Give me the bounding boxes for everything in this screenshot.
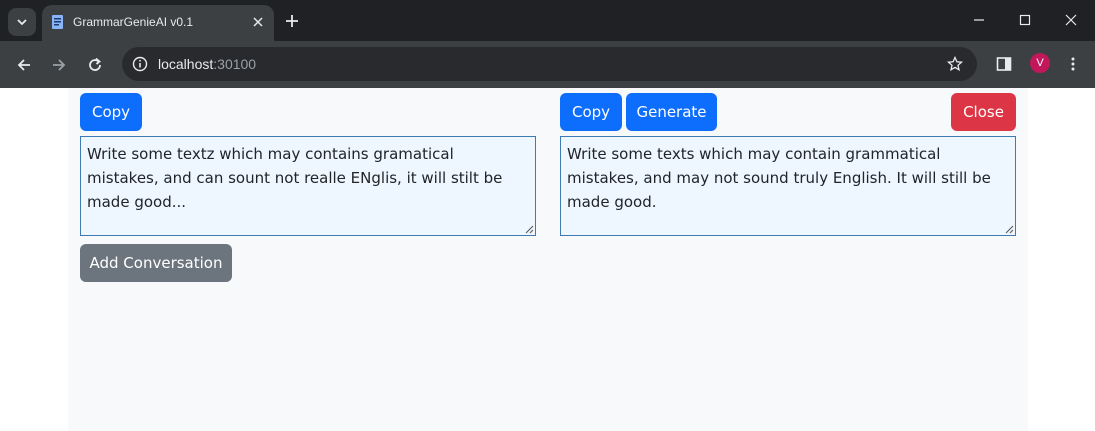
side-panel-button[interactable]: [992, 52, 1016, 76]
input-textarea[interactable]: Write some textz which may contains gram…: [80, 136, 536, 236]
right-copy-button[interactable]: Copy: [560, 93, 622, 131]
window-close-button[interactable]: [1056, 8, 1086, 32]
more-vertical-icon: [1071, 57, 1075, 71]
left-copy-button[interactable]: Copy: [80, 93, 142, 131]
address-bar[interactable]: localhost:30100: [122, 47, 977, 81]
url-host: localhost: [158, 56, 214, 72]
minimize-icon: [974, 19, 984, 21]
document-favicon-icon: [52, 15, 63, 29]
main-container: Copy Copy Generate Close Write some text…: [68, 88, 1028, 431]
reload-button[interactable]: [82, 52, 108, 78]
close-icon: [253, 17, 263, 27]
output-text: Write some texts which may contain gramm…: [567, 145, 991, 211]
add-conversation-button[interactable]: Add Conversation: [80, 244, 232, 282]
side-panel-icon: [996, 57, 1012, 71]
resize-grip-icon[interactable]: [524, 224, 534, 234]
plus-icon: [286, 15, 298, 27]
url-text: localhost:30100: [158, 56, 256, 72]
forward-button[interactable]: [46, 52, 72, 78]
info-icon: [132, 56, 148, 72]
input-text: Write some textz which may contains gram…: [87, 145, 503, 211]
arrow-right-icon: [53, 59, 66, 71]
minimize-button[interactable]: [964, 8, 994, 32]
browser-titlebar: GrammarGenieAI v0.1: [0, 0, 1095, 41]
maximize-icon: [1019, 14, 1031, 26]
url-port: :30100: [213, 56, 257, 72]
tab-title: GrammarGenieAI v0.1: [73, 15, 194, 29]
resize-grip-icon[interactable]: [1004, 224, 1014, 234]
close-button[interactable]: Close: [951, 93, 1016, 131]
reload-icon: [89, 57, 101, 71]
page-viewport: Copy Copy Generate Close Write some text…: [0, 88, 1095, 431]
profile-avatar[interactable]: V: [1030, 53, 1050, 73]
chevron-down-icon: [17, 19, 27, 26]
tab-close-button[interactable]: [250, 14, 266, 30]
star-icon: [947, 56, 963, 72]
new-tab-button[interactable]: [282, 11, 302, 31]
browser-toolbar: localhost:30100: [0, 41, 1095, 88]
maximize-button[interactable]: [1010, 8, 1040, 32]
generate-button[interactable]: Generate: [626, 93, 717, 131]
close-icon: [1065, 14, 1077, 26]
browser-tab[interactable]: GrammarGenieAI v0.1: [42, 5, 274, 41]
tab-search-button[interactable]: [8, 8, 36, 36]
back-button[interactable]: [11, 52, 37, 78]
output-textarea[interactable]: Write some texts which may contain gramm…: [560, 136, 1016, 236]
browser-menu-button[interactable]: [1061, 52, 1085, 76]
arrow-left-icon: [17, 59, 30, 71]
bookmark-button[interactable]: [945, 54, 965, 74]
site-info-button[interactable]: [130, 54, 150, 74]
